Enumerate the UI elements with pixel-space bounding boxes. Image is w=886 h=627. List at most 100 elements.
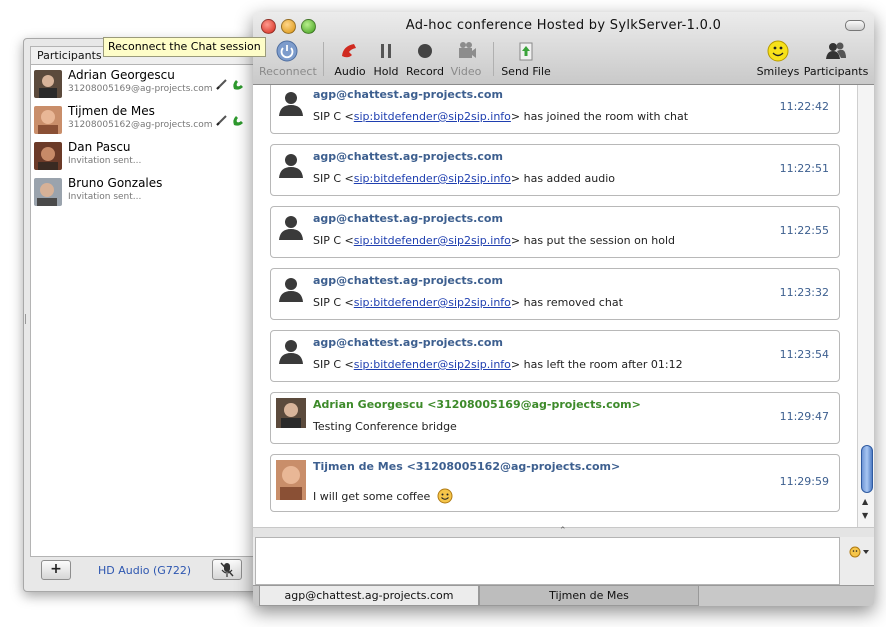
participant-name: Adrian Georgescu (68, 68, 175, 82)
message-prefix: SIP C < (313, 172, 354, 185)
message-input[interactable] (255, 537, 840, 585)
scrollbar-thumb[interactable] (861, 445, 873, 493)
message-prefix: SIP C < (313, 296, 354, 309)
sip-link[interactable]: sip:bitdefender@sip2sip.info (354, 296, 511, 309)
chat-message: Adrian Georgescu <31208005169@ag-project… (270, 392, 840, 444)
message-time: 11:23:32 (779, 286, 829, 299)
participant-name: Tijmen de Mes (68, 104, 155, 118)
sip-link[interactable]: sip:bitdefender@sip2sip.info (354, 172, 511, 185)
chat-message: agp@chattest.ag-projects.com SIP C <sip:… (270, 85, 840, 134)
participants-drawer: Participants Adrian Georgescu 3120800516… (23, 38, 262, 592)
participants-icon (826, 42, 846, 59)
smiley-icon (767, 40, 789, 62)
default-user-icon (279, 278, 303, 302)
hold-button[interactable]: Hold (371, 38, 401, 80)
sip-link[interactable]: sip:bitdefender@sip2sip.info (354, 234, 511, 247)
video-camera-icon (459, 42, 476, 58)
message-text: SIP C <sip:bitdefender@sip2sip.info> has… (313, 358, 683, 371)
participant-name: Bruno Gonzales (68, 176, 163, 190)
participant-row[interactable]: Adrian Georgescu 31208005169@ag-projects… (31, 67, 259, 103)
microphone-muted-icon (220, 562, 234, 577)
reconnect-button[interactable]: Reconnect (259, 38, 317, 80)
default-user-icon (279, 340, 303, 364)
input-splitter[interactable]: ⌃ (253, 526, 874, 537)
add-participant-button[interactable]: + (41, 560, 71, 580)
pencil-icon[interactable] (215, 77, 229, 91)
splitter-grip: ⌃ (559, 526, 567, 536)
avatar (34, 70, 62, 98)
participant-status: Invitation sent... (68, 192, 142, 202)
smiley-icon (437, 488, 453, 504)
sip-link[interactable]: sip:bitdefender@sip2sip.info (354, 110, 511, 123)
message-prefix: SIP C < (313, 234, 354, 247)
message-text: SIP C <sip:bitdefender@sip2sip.info> has… (313, 234, 675, 247)
tab-session-agp[interactable]: agp@chattest.ag-projects.com (259, 586, 479, 606)
window-title: Ad-hoc conference Hosted by SylkServer-1… (405, 18, 722, 33)
participant-address: 31208005169@ag-projects.com (68, 84, 213, 94)
scroll-down-arrow[interactable]: ▼ (862, 511, 868, 520)
participant-row[interactable]: Bruno Gonzales Invitation sent... (31, 175, 259, 211)
message-sender: Tijmen de Mes <31208005162@ag-projects.c… (313, 460, 621, 473)
message-suffix: > has removed chat (510, 296, 623, 309)
chat-message: agp@chattest.ag-projects.com SIP C <sip:… (270, 206, 840, 258)
phone-icon[interactable] (231, 113, 245, 127)
message-sender: agp@chattest.ag-projects.com (313, 150, 503, 163)
smileys-button[interactable]: Smileys (756, 38, 800, 80)
participants-list: Adrian Georgescu 31208005169@ag-projects… (30, 64, 260, 557)
reconnect-label: Reconnect (259, 65, 317, 78)
audio-label: Audio (334, 65, 366, 78)
toolbar-separator (493, 42, 494, 76)
message-sender: Adrian Georgescu <31208005169@ag-project… (313, 398, 641, 411)
chat-message: agp@chattest.ag-projects.com SIP C <sip:… (270, 330, 840, 382)
toolbar-toggle-button[interactable] (845, 20, 865, 31)
window-toolbar: Ad-hoc conference Hosted by SylkServer-1… (253, 12, 874, 85)
message-prefix: SIP C < (313, 358, 354, 371)
mute-button[interactable] (212, 559, 242, 580)
record-label: Record (405, 65, 444, 78)
pencil-icon[interactable] (215, 113, 229, 127)
sip-link[interactable]: sip:bitdefender@sip2sip.info (354, 358, 511, 371)
chat-scrollbar[interactable]: ▲ ▼ (857, 85, 874, 527)
chat-message: agp@chattest.ag-projects.com SIP C <sip:… (270, 144, 840, 196)
avatar (276, 398, 306, 428)
tab-session-tijmen[interactable]: Tijmen de Mes (479, 586, 699, 606)
phone-icon (342, 44, 356, 58)
hold-label: Hold (373, 65, 399, 78)
participant-row[interactable]: Dan Pascu Invitation sent... (31, 139, 259, 175)
phone-icon[interactable] (231, 77, 245, 91)
chat-transcript[interactable]: agp@chattest.ag-projects.com SIP C <sip:… (253, 85, 857, 527)
send-file-button[interactable]: Send File (501, 38, 551, 80)
message-sender: agp@chattest.ag-projects.com (313, 88, 503, 101)
message-sender: agp@chattest.ag-projects.com (313, 274, 503, 287)
chat-message: Tijmen de Mes <31208005162@ag-projects.c… (270, 454, 840, 512)
message-time: 11:22:55 (779, 224, 829, 237)
smiley-picker-button[interactable] (849, 545, 871, 559)
participant-name: Dan Pascu (68, 140, 131, 154)
video-button[interactable]: Video (449, 38, 483, 80)
audio-button[interactable]: Audio (331, 38, 369, 80)
toolbar-separator (323, 42, 324, 76)
power-icon (276, 40, 298, 62)
scroll-up-arrow[interactable]: ▲ (862, 497, 868, 506)
participants-label: Participants (803, 65, 869, 78)
chat-message: agp@chattest.ag-projects.com SIP C <sip:… (270, 268, 840, 320)
video-label: Video (450, 65, 482, 78)
message-suffix: > has put the session on hold (510, 234, 676, 247)
message-time: 11:29:47 (779, 410, 829, 423)
participants-button[interactable]: Participants (803, 38, 869, 80)
drawer-resize-handle[interactable] (25, 314, 28, 324)
audio-codec-label: HD Audio (G722) (98, 564, 192, 577)
message-sender: agp@chattest.ag-projects.com (313, 336, 503, 349)
smileys-label: Smileys (756, 65, 800, 78)
participants-tab-label: Participants (37, 49, 102, 62)
record-button[interactable]: Record (405, 38, 445, 80)
message-suffix: > has left the room after 01:12 (510, 358, 683, 371)
default-user-icon (279, 216, 303, 240)
participant-row[interactable]: Tijmen de Mes 31208005162@ag-projects.co… (31, 103, 259, 139)
message-suffix: > has added audio (510, 172, 615, 185)
message-text: Testing Conference bridge (313, 420, 457, 433)
send-file-icon (519, 42, 533, 61)
avatar (276, 460, 306, 500)
default-user-icon (279, 92, 303, 116)
message-text: SIP C <sip:bitdefender@sip2sip.info> has… (313, 296, 623, 309)
